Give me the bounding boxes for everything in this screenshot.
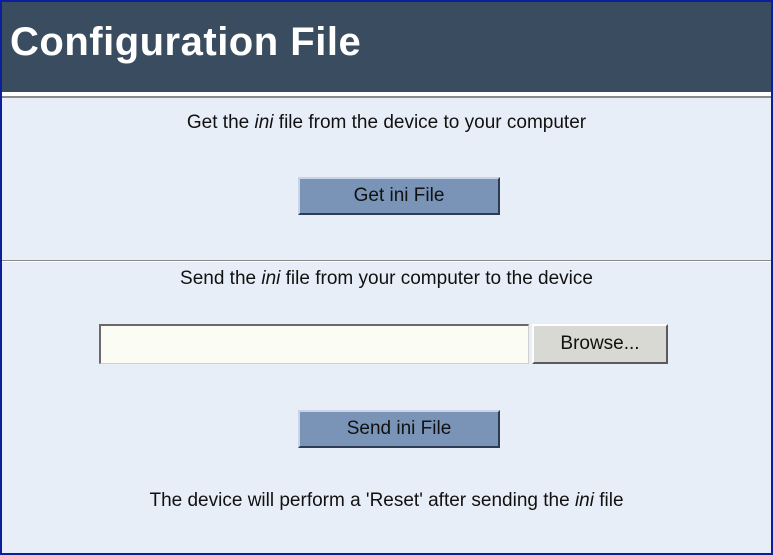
header-divider (2, 92, 771, 98)
page-title: Configuration File (10, 20, 362, 64)
get-ini-instructions: Get the ini file from the device to your… (186, 112, 587, 133)
file-path-input[interactable] (99, 324, 529, 364)
get-ini-file-button[interactable]: Get ini File (298, 177, 500, 215)
send-ini-instructions: Send the ini file from your computer to … (180, 268, 593, 289)
section-divider (2, 260, 771, 262)
configuration-file-panel: Configuration File Get the ini file from… (0, 0, 773, 555)
send-ini-file-button[interactable]: Send ini File (298, 410, 500, 448)
page-header: Configuration File (2, 2, 771, 92)
browse-button[interactable]: Browse... (532, 324, 668, 364)
reset-warning-note: The device will perform a 'Reset' after … (149, 490, 624, 511)
